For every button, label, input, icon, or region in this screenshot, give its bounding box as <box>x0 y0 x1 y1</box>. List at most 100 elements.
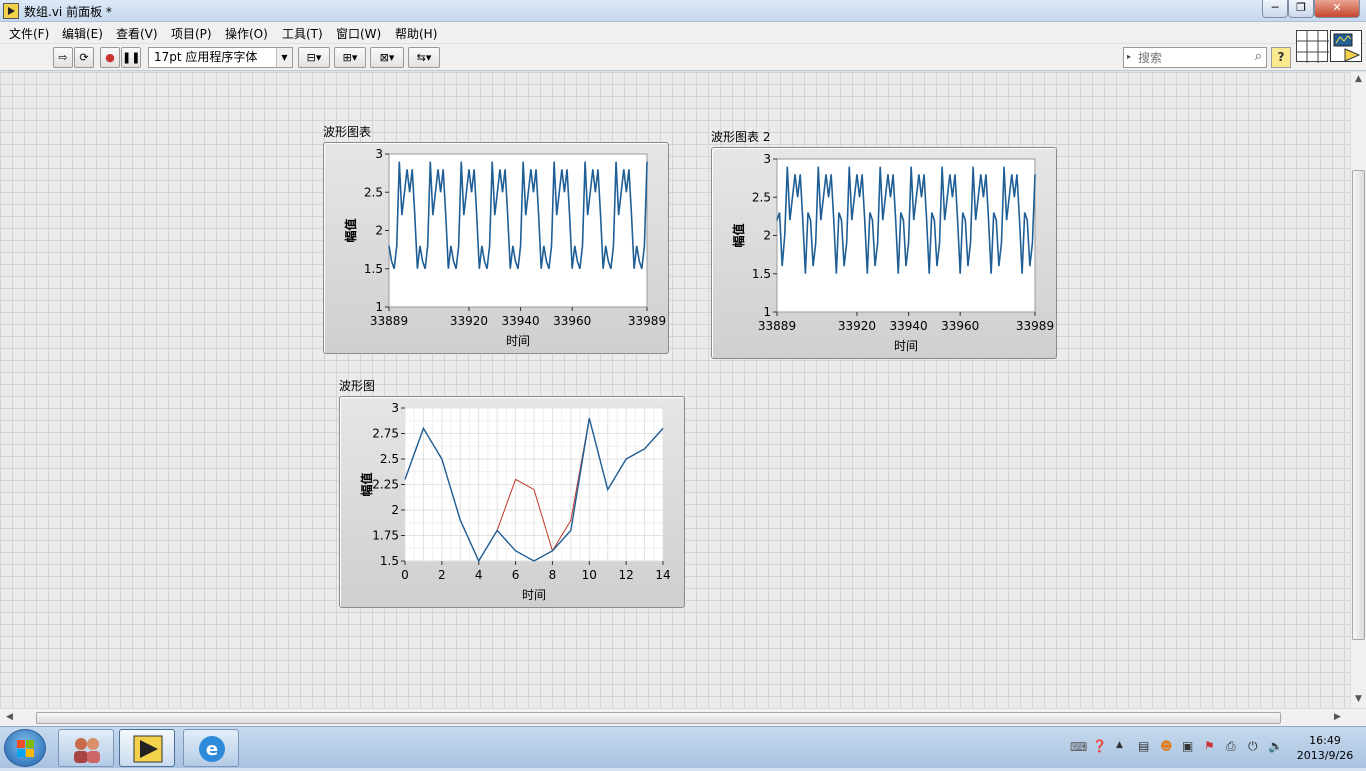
power-icon[interactable]: ⏻ <box>1248 739 1258 754</box>
start-button[interactable] <box>4 729 46 767</box>
menu-edit[interactable]: 编辑(E) <box>62 25 103 42</box>
x-tick-label: 2 <box>438 568 446 582</box>
y-tick-label: 2 <box>391 503 399 517</box>
search-icon[interactable]: ⌕ <box>1255 49 1262 64</box>
horizontal-scrollbar[interactable]: ◀ ▶ <box>0 708 1366 726</box>
menu-bar: 文件(F) 编辑(E) 查看(V) 项目(P) 操作(O) 工具(T) 窗口(W… <box>0 22 1366 44</box>
action-center-icon[interactable]: ⚑ <box>1204 739 1215 753</box>
menu-file[interactable]: 文件(F) <box>9 25 49 42</box>
waveform-graph-plot: 32.752.52.2521.751.502468101214时间幅值 <box>340 397 686 609</box>
chevron-down-icon: ▼ <box>276 48 292 67</box>
keyboard-icon[interactable]: ⌨ <box>1070 740 1087 754</box>
svg-text:e: e <box>206 739 218 760</box>
connector-pane-grid <box>1297 31 1329 63</box>
menu-window[interactable]: 窗口(W) <box>336 25 381 42</box>
x-tick-label: 33960 <box>553 314 591 328</box>
menu-tools[interactable]: 工具(T) <box>282 25 323 42</box>
scroll-down-icon[interactable]: ▼ <box>1355 694 1362 704</box>
restore-button[interactable]: ❐ <box>1288 0 1314 18</box>
reorder-button[interactable]: ⇆▾ <box>408 47 440 68</box>
waveform-chart-2[interactable]: 32.521.513388933920339403396033989时间幅值 <box>711 147 1057 359</box>
search-box[interactable]: ▸ ⌕ <box>1123 47 1267 68</box>
horizontal-scroll-thumb[interactable] <box>36 712 1281 724</box>
taskbar-app-browser[interactable]: e <box>183 729 239 767</box>
y-tick-label: 2.25 <box>372 478 399 492</box>
x-tick-label: 33920 <box>450 314 488 328</box>
y-tick-label: 3 <box>375 147 383 161</box>
x-tick-label: 33889 <box>758 319 796 333</box>
y-tick-label: 2.5 <box>380 452 399 466</box>
font-selector-label: 17pt 应用程序字体 <box>154 50 257 64</box>
clock[interactable]: 16:49 2013/9/26 <box>1290 733 1360 763</box>
x-tick-label: 33989 <box>628 314 666 328</box>
vertical-scrollbar[interactable]: ▲ ▼ <box>1350 72 1366 708</box>
connector-pane-icon[interactable] <box>1296 30 1328 62</box>
y-tick-label: 2.5 <box>752 190 771 204</box>
scroll-left-icon[interactable]: ◀ <box>6 712 13 722</box>
taskbar-app-labview[interactable] <box>119 729 175 767</box>
x-tick-label: 10 <box>582 568 597 582</box>
title-bar: 数组.vi 前面板 * ─ ❐ ✕ <box>0 0 1366 22</box>
font-selector[interactable]: 17pt 应用程序字体 ▼ <box>148 47 293 68</box>
vi-icon[interactable] <box>1330 30 1362 62</box>
clock-date: 2013/9/26 <box>1290 748 1360 763</box>
run-continuously-button[interactable]: ⟳ <box>74 47 94 68</box>
minimize-button[interactable]: ─ <box>1262 0 1288 18</box>
close-button[interactable]: ✕ <box>1314 0 1360 18</box>
y-tick-label: 3 <box>763 152 771 166</box>
tray-expand-icon[interactable]: ▲ <box>1116 740 1123 750</box>
scroll-up-icon[interactable]: ▲ <box>1355 74 1362 84</box>
graph-label: 波形图 <box>339 377 375 394</box>
y-tick-label: 1.5 <box>752 267 771 281</box>
x-tick-label: 33889 <box>370 314 408 328</box>
x-tick-label: 12 <box>619 568 634 582</box>
context-help-button[interactable]: ? <box>1271 47 1291 68</box>
taskbar-app-contacts[interactable] <box>58 729 114 767</box>
vertical-scroll-thumb[interactable] <box>1352 170 1365 640</box>
scroll-right-icon[interactable]: ▶ <box>1334 712 1341 722</box>
y-axis-label: 幅值 <box>343 218 358 242</box>
x-axis-label: 时间 <box>894 339 918 353</box>
x-tick-label: 14 <box>655 568 670 582</box>
browser-e-icon: e <box>184 730 240 768</box>
search-input[interactable] <box>1138 50 1243 65</box>
run-arrow-button[interactable]: ⇨ <box>53 47 73 68</box>
clock-time: 16:49 <box>1290 733 1360 748</box>
front-panel[interactable]: 波形图表 32.521.513388933920339403396033989时… <box>0 72 1350 708</box>
y-tick-label: 2.75 <box>372 427 399 441</box>
labview-vi-icon <box>3 3 19 19</box>
y-axis-label: 幅值 <box>359 472 374 496</box>
volume-icon[interactable]: 🔈 <box>1268 739 1283 753</box>
align-objects-button[interactable]: ⊟▾ <box>298 47 330 68</box>
distribute-objects-button[interactable]: ⊞▾ <box>334 47 366 68</box>
x-tick-label: 4 <box>475 568 483 582</box>
x-tick-label: 33960 <box>941 319 979 333</box>
chart2-label: 波形图表 2 <box>711 128 770 145</box>
waveform-graph[interactable]: 32.752.52.2521.751.502468101214时间幅值 <box>339 396 685 608</box>
display-icon[interactable]: ▣ <box>1182 739 1193 753</box>
device-icon[interactable]: ⎙ <box>1226 739 1236 754</box>
chart1-label: 波形图表 <box>323 123 371 140</box>
x-tick-label: 33920 <box>838 319 876 333</box>
users-icon <box>59 730 115 768</box>
abort-button[interactable]: ● <box>100 47 120 68</box>
help-tray-icon[interactable]: ❓ <box>1092 739 1107 753</box>
menu-project[interactable]: 项目(P) <box>171 25 212 42</box>
menu-view[interactable]: 查看(V) <box>116 25 158 42</box>
waveform-chart-1[interactable]: 32.521.513388933920339403396033989时间幅值 <box>323 142 669 354</box>
waveform-chart-2-plot: 32.521.513388933920339403396033989时间幅值 <box>712 148 1058 360</box>
menu-help[interactable]: 帮助(H) <box>395 25 437 42</box>
x-tick-label: 0 <box>401 568 409 582</box>
x-axis-label: 时间 <box>506 334 530 348</box>
pause-button[interactable]: ❚❚ <box>121 47 141 68</box>
menu-operate[interactable]: 操作(O) <box>225 25 268 42</box>
y-axis-label: 幅值 <box>731 223 746 247</box>
x-tick-label: 6 <box>512 568 520 582</box>
y-tick-label: 1.5 <box>380 554 399 568</box>
resize-objects-button[interactable]: ⊠▾ <box>370 47 404 68</box>
x-axis-label: 时间 <box>522 588 546 602</box>
network-icon[interactable]: ▤ <box>1138 739 1149 753</box>
x-tick-label: 33940 <box>501 314 539 328</box>
labview-icon <box>120 730 176 768</box>
qq-icon[interactable]: ☻ <box>1160 739 1173 753</box>
